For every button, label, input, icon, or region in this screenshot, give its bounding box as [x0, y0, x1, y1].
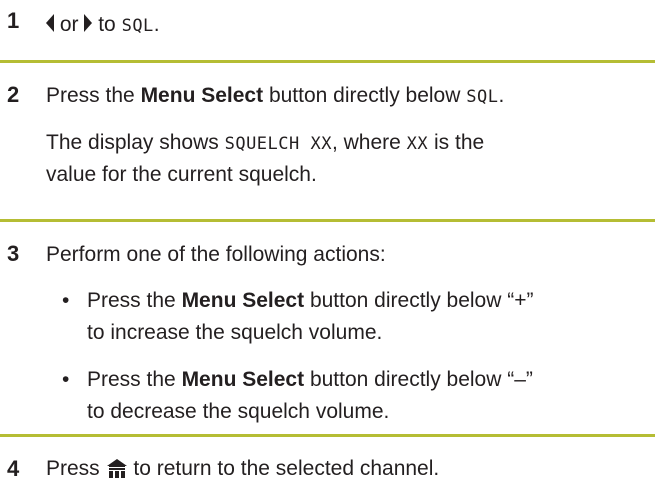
- step-2-display-pre: The display shows: [46, 131, 219, 154]
- step-2-press: Press the: [46, 84, 135, 107]
- step-2-line-1: Press the Menu Select button directly be…: [46, 80, 504, 113]
- step-1-end: .: [153, 13, 160, 36]
- bullet-2-rest: button directly below “–”: [309, 368, 533, 391]
- step-2-display-code: SQUELCH XX: [224, 134, 332, 154]
- step-2-line-3: value for the current squelch.: [46, 163, 317, 186]
- step-1-or: or: [59, 13, 79, 36]
- step-2-end: .: [498, 84, 505, 107]
- right-arrow-icon: [84, 14, 93, 32]
- step-3-number: 3: [7, 241, 20, 266]
- step-4-rest: to return to the selected channel.: [133, 457, 440, 480]
- step-1-code: SQL: [121, 16, 154, 36]
- bullet-1-line-1: Press the Menu Select button directly be…: [87, 285, 533, 316]
- step-4-number: 4: [7, 456, 20, 481]
- bullet-2-line-2: to decrease the squelch volume.: [87, 400, 390, 423]
- step-2-button-name: Menu Select: [140, 84, 264, 107]
- bullet-1-button-name: Menu Select: [181, 289, 305, 312]
- step-4-press: Press: [46, 457, 100, 480]
- bullet-1-line-2: to increase the squelch volume.: [87, 321, 383, 344]
- step-1-to: to: [98, 13, 116, 36]
- step-2-display-code-2: XX: [406, 134, 429, 154]
- step-3-intro: Perform one of the following actions:: [46, 243, 386, 266]
- bullet-2-press: Press the: [87, 368, 176, 391]
- bullet-1-marker: •: [62, 289, 70, 312]
- bullet-1-press: Press the: [87, 289, 176, 312]
- home-icon: [106, 456, 128, 487]
- step-2-display-post: is the: [434, 131, 485, 154]
- step-2-number: 2: [7, 82, 20, 107]
- step-2-rest: button directly below: [268, 84, 461, 107]
- step-2-line-2: The display shows SQUELCH XX, where XX i…: [46, 127, 484, 160]
- step-1-number: 1: [7, 8, 20, 33]
- bullet-2-button-name: Menu Select: [181, 368, 305, 391]
- divider-2: [0, 219, 655, 222]
- step-1-text: or to SQL.: [46, 9, 160, 42]
- bullet-2-marker: •: [62, 368, 70, 391]
- bullet-1-rest: button directly below “+”: [309, 289, 534, 312]
- step-4-text: Press to return to the selected channel.: [46, 453, 439, 487]
- step-2-display-mid: , where: [331, 131, 401, 154]
- divider-3: [0, 434, 655, 437]
- bullet-2-line-1: Press the Menu Select button directly be…: [87, 364, 533, 395]
- divider-1: [0, 60, 655, 63]
- manual-page: 1 or to SQL. 2 Press the Menu Select but…: [0, 0, 655, 487]
- step-2-code: SQL: [466, 87, 499, 107]
- left-arrow-icon: [46, 14, 54, 32]
